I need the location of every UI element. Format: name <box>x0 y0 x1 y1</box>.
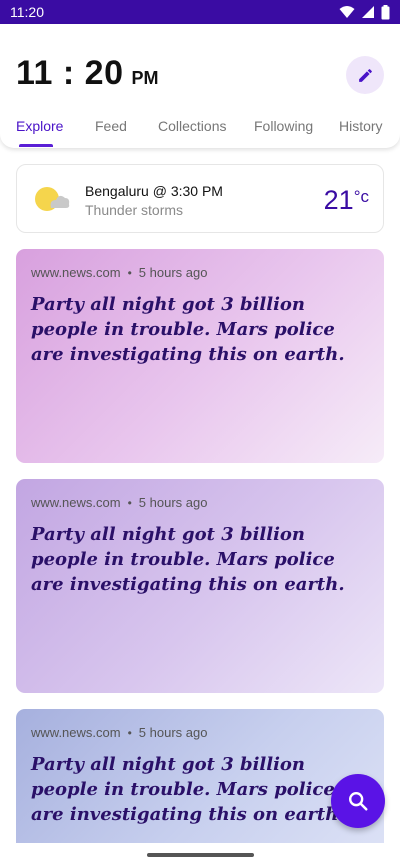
weather-description: Thunder storms <box>85 202 184 218</box>
news-card[interactable]: www.news.com • 5 hours ago Party all nig… <box>16 249 384 463</box>
status-time: 11:20 <box>10 4 44 20</box>
clock-ampm: PM <box>131 68 159 88</box>
wifi-icon <box>339 6 355 18</box>
news-meta: www.news.com • 5 hours ago <box>31 495 369 510</box>
weather-city: Bengaluru @ 3:30 PM <box>85 183 223 199</box>
news-time: 5 hours ago <box>138 265 208 280</box>
clock-time: 11 : 20 <box>16 54 124 92</box>
news-source: www.news.com <box>31 265 121 280</box>
navigation-bar <box>0 843 400 867</box>
status-icons <box>339 4 390 20</box>
temperature-unit: °c <box>353 187 369 206</box>
edit-button[interactable] <box>346 56 384 94</box>
news-card[interactable]: www.news.com • 5 hours ago Party all nig… <box>16 709 384 859</box>
news-card[interactable]: www.news.com • 5 hours ago Party all nig… <box>16 479 384 693</box>
news-meta: www.news.com • 5 hours ago <box>31 725 369 740</box>
temperature-value: 21 <box>323 185 354 215</box>
search-fab-button[interactable] <box>331 774 385 828</box>
battery-icon <box>381 4 390 19</box>
home-indicator[interactable] <box>147 853 254 857</box>
tab-feed[interactable]: Feed <box>95 118 127 134</box>
clock-display: 11 : 20 PM <box>16 54 158 93</box>
active-tab-indicator <box>19 144 53 147</box>
meta-separator: • <box>127 725 132 740</box>
weather-card[interactable]: Bengaluru @ 3:30 PM Thunder storms 21°c <box>16 164 384 233</box>
news-source: www.news.com <box>31 495 121 510</box>
weather-temperature: 21°c <box>324 185 369 216</box>
partly-cloudy-icon <box>35 187 70 211</box>
news-source: www.news.com <box>31 725 121 740</box>
tab-history[interactable]: History <box>339 118 383 134</box>
search-icon <box>349 792 368 811</box>
news-title: Party all night got 3 billion people in … <box>31 524 345 595</box>
tab-bar: Explore Feed Collections Following Histo… <box>0 118 400 148</box>
tab-collections[interactable]: Collections <box>158 118 226 134</box>
news-meta: www.news.com • 5 hours ago <box>31 265 369 280</box>
pencil-icon <box>358 68 372 82</box>
news-title: Party all night got 3 billion people in … <box>31 294 345 365</box>
status-bar: 11:20 <box>0 0 400 24</box>
tab-explore[interactable]: Explore <box>16 118 63 134</box>
app-header: 11 : 20 PM Explore Feed Collections Foll… <box>0 24 400 148</box>
news-title: Party all night got 3 billion people in … <box>31 754 345 825</box>
news-time: 5 hours ago <box>138 725 208 740</box>
news-time: 5 hours ago <box>138 495 208 510</box>
meta-separator: • <box>127 265 132 280</box>
tab-following[interactable]: Following <box>254 118 313 134</box>
meta-separator: • <box>127 495 132 510</box>
signal-icon <box>362 6 374 18</box>
